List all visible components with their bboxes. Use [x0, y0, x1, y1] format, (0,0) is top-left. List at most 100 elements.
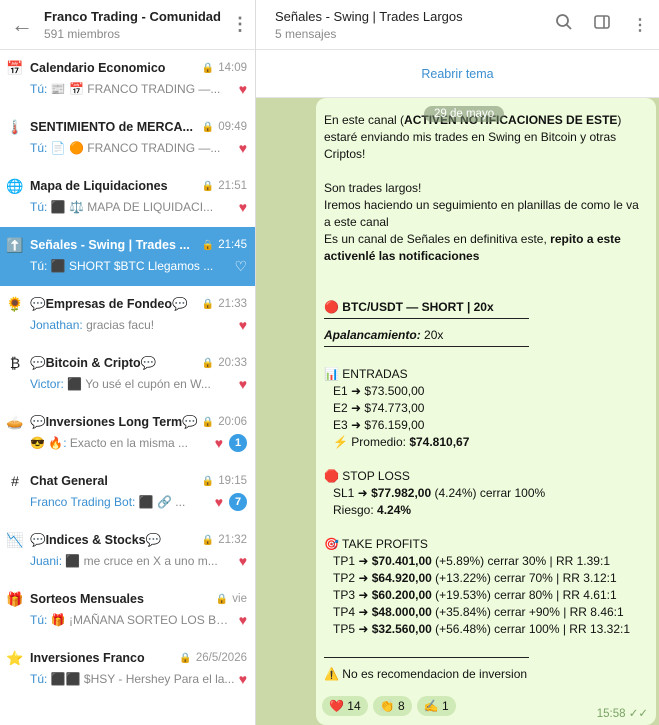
signal-pair: 🔴 BTC/USDT — SHORT | 20x	[324, 300, 494, 314]
lock-icon: 🔒	[201, 534, 215, 546]
topic-item[interactable]: 🌻 💬Empresas de Fondeo💬 🔒 21:33 Jonathan:…	[0, 286, 255, 345]
reaction-chip[interactable]: 👏 8	[372, 696, 412, 716]
topic-preview: 😎 🔥: Exacto en la misma ...	[30, 436, 188, 450]
message-line: Son trades largos!	[324, 181, 422, 195]
topic-preview: Juani: ⬛ me cruce en X a uno m...	[30, 554, 218, 568]
topic-time: 21:32	[218, 534, 247, 546]
leverage-line: Apalancamiento: 20x	[324, 328, 444, 342]
more-menu-icon[interactable]: ⋮	[621, 15, 659, 35]
topic-time: vie	[232, 593, 247, 605]
topic-icon: #	[11, 473, 19, 489]
topic-item[interactable]: ⭐ Inversiones Franco 🔒 26/5/2026 Tú: ⬛⬛ …	[0, 640, 255, 699]
topic-time: 19:15	[218, 475, 247, 487]
reaction-chip[interactable]: ✍️ 1	[416, 696, 456, 716]
lock-icon: 🔒	[201, 357, 215, 369]
topic-time: 21:45	[218, 239, 247, 251]
heart-icon: ♥	[238, 317, 247, 333]
preview-sender: Victor:	[30, 377, 64, 391]
lock-icon: 🔒	[201, 180, 215, 192]
preview-sender: Tú:	[30, 200, 48, 214]
heart-icon: ♥	[214, 494, 223, 510]
chat-list-panel: ← Franco Trading - Comunidad 591 miembro…	[0, 0, 256, 725]
reaction-bar: ❤️ 14 👏 8 ✍️ 1	[322, 696, 456, 716]
group-header: ← Franco Trading - Comunidad 591 miembro…	[0, 0, 255, 50]
topic-preview: Tú: 📰 📅 FRANCO TRADING —...	[30, 82, 221, 96]
entry-line: E2 ➜ $74.773,00	[333, 401, 425, 415]
topic-name: 💬Inversiones Long Term💬	[30, 414, 198, 429]
group-title-block: Franco Trading - Comunidad 591 miembros	[44, 9, 225, 41]
reopen-topic-button[interactable]: Reabrir tema	[256, 50, 659, 98]
risk-line: Riesgo: 4.24%	[333, 503, 412, 517]
entry-line: E1 ➜ $73.500,00	[333, 384, 425, 398]
topic-item[interactable]: ₿ 💬Bitcoin & Cripto💬 🔒 20:33 Victor: ⬛ Y…	[0, 345, 255, 404]
heart-icon: ♥	[238, 81, 247, 97]
search-icon[interactable]	[545, 13, 583, 36]
topic-item[interactable]: # Chat General 🔒 19:15 Franco Trading Bo…	[0, 463, 255, 522]
heart-icon: ♥	[214, 435, 223, 451]
topic-item[interactable]: 🥧 💬Inversiones Long Term💬 🔒 20:06 😎 🔥: E…	[0, 404, 255, 463]
conversation-title-block[interactable]: Señales - Swing | Trades Largos 5 mensaj…	[275, 9, 545, 41]
topic-preview: Tú: ⬛ SHORT $BTC Llegamos ...	[30, 259, 214, 273]
sidebar-toggle-icon[interactable]	[583, 13, 621, 36]
topic-preview: Tú: 🎁 ¡MAÑANA SORTEO LOS BON...	[30, 613, 235, 627]
topic-item[interactable]: ⬆️ Señales - Swing | Trades ... 🔒 21:45 …	[0, 227, 255, 286]
entries-heading: 📊 ENTRADAS	[324, 367, 408, 381]
back-arrow-icon[interactable]: ←	[0, 12, 44, 38]
take-profit-list: TP1 ➜ $70.401,00 (+5.89%) cerrar 30% | R…	[324, 553, 648, 638]
lock-icon: 🔒	[215, 593, 229, 605]
topic-item[interactable]: 🌐 Mapa de Liquidaciones 🔒 21:51 Tú: ⬛ ⚖️…	[0, 168, 255, 227]
topic-item[interactable]: 🎁 Sorteos Mensuales 🔒 vie Tú: 🎁 ¡MAÑANA …	[0, 581, 255, 640]
preview-sender: Tú:	[30, 259, 48, 273]
topic-preview: Tú: ⬛⬛ $HSY - Hershey Para el la...	[30, 672, 235, 686]
take-profit-line: TP2 ➜ $64.920,00 (+13.22%) cerrar 70% | …	[333, 571, 617, 585]
take-profit-line: TP3 ➜ $60.200,00 (+19.53%) cerrar 80% | …	[333, 588, 617, 602]
topic-time: 21:51	[218, 180, 247, 192]
date-pill: 29 de mayo	[424, 106, 505, 122]
topic-item[interactable]: 🌡️ SENTIMIENTO de MERCA... 🔒 09:49 Tú: 📄…	[0, 109, 255, 168]
topic-icon: 🥧	[6, 414, 24, 430]
topic-name: Inversiones Franco	[30, 651, 145, 665]
more-menu-icon[interactable]: ⋮	[225, 14, 255, 35]
divider	[324, 657, 529, 658]
divider	[324, 346, 529, 347]
take-profit-line: TP5 ➜ $32.560,00 (+56.48%) cerrar 100% |…	[333, 622, 631, 636]
heart-icon: ♥	[238, 199, 247, 215]
stop-loss-line: SL1 ➜ $77.982,00 (4.24%) cerrar 100%	[333, 486, 546, 500]
topic-preview: Tú: ⬛ ⚖️ MAPA DE LIQUIDACI...	[30, 200, 214, 214]
read-checks-icon: ✓✓	[628, 708, 648, 720]
topic-name: Sorteos Mensuales	[30, 592, 144, 606]
topic-item[interactable]: 📉 💬Indices & Stocks💬 🔒 21:32 Juani: ⬛ me…	[0, 522, 255, 581]
preview-sender: Tú:	[30, 141, 48, 155]
topic-name: Señales - Swing | Trades ...	[30, 238, 190, 252]
lock-icon: 🔒	[201, 475, 215, 487]
lock-icon: 🔒	[201, 121, 215, 133]
preview-sender: Tú:	[30, 82, 48, 96]
take-profit-line: TP4 ➜ $48.000,00 (+35.84%) cerrar +90% |…	[333, 605, 624, 619]
preview-sender: Juani:	[30, 554, 63, 568]
topic-icon: ⭐	[6, 650, 24, 666]
reaction-chip[interactable]: ❤️ 14	[322, 696, 368, 716]
topic-time: 14:09	[218, 62, 247, 74]
channel-message: En este canal (ACTIVEN NOTIFICACIONES DE…	[316, 98, 656, 725]
group-title: Franco Trading - Comunidad	[44, 8, 221, 24]
preview-sender: Tú:	[30, 613, 48, 627]
preview-sender: Tú:	[30, 672, 48, 686]
topic-icon: 📉	[6, 532, 24, 548]
take-profits-heading: 🎯 TAKE PROFITS	[324, 537, 428, 551]
take-profit-line: TP1 ➜ $70.401,00 (+5.89%) cerrar 30% | R…	[333, 554, 610, 568]
stop-loss-heading: 🛑 STOP LOSS	[324, 469, 410, 483]
unread-badge: 1	[229, 434, 247, 452]
heart-icon: ♥	[238, 376, 247, 392]
member-count: 591 miembros	[44, 26, 121, 41]
topic-time: 20:33	[218, 357, 247, 369]
topic-preview: Tú: 📄 🟠 FRANCO TRADING —...	[30, 141, 221, 155]
conversation-title: Señales - Swing | Trades Largos	[275, 8, 463, 24]
heart-icon: ♥	[238, 671, 247, 687]
message-count: 5 mensajes	[275, 26, 337, 41]
topic-list: 📅 Calendario Economico 🔒 14:09 Tú: 📰 📅 F…	[0, 50, 255, 699]
topic-time: 21:33	[218, 298, 247, 310]
lock-icon: 🔒	[201, 239, 215, 251]
divider	[324, 318, 529, 319]
topic-item[interactable]: 📅 Calendario Economico 🔒 14:09 Tú: 📰 📅 F…	[0, 50, 255, 109]
preview-sender: 😎 🔥:	[30, 436, 67, 450]
